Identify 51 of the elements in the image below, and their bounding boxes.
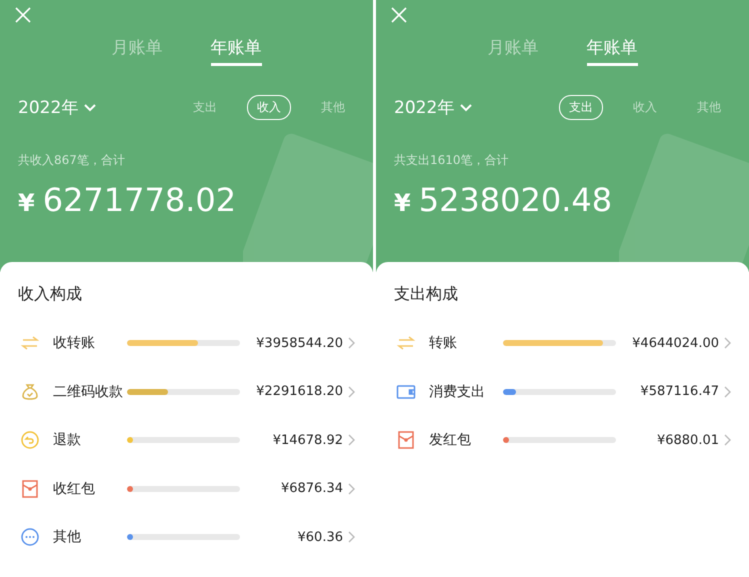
filter-pill[interactable]: 收入: [247, 95, 291, 120]
section-title: 支出构成: [394, 284, 459, 305]
category-name: 退款: [53, 431, 82, 450]
year-selector[interactable]: 2022年: [18, 96, 96, 119]
section-title: 收入构成: [18, 284, 83, 305]
chevron-right-icon[interactable]: [724, 434, 731, 446]
summary-text: 共收入867笔，合计: [18, 152, 126, 169]
summary-text: 共支出1610笔，合计: [394, 152, 510, 169]
category-amount: ¥3958544.20: [255, 336, 343, 351]
category-amount: ¥6876.34: [280, 481, 343, 496]
refund-icon: [20, 430, 40, 450]
category-name: 发红包: [429, 431, 472, 450]
category-amount: ¥14678.92: [272, 432, 343, 448]
filter-pill[interactable]: 收入: [623, 95, 667, 120]
filter-pill[interactable]: 其他: [687, 95, 731, 120]
category-name: 消费支出: [429, 382, 486, 401]
currency-sign: ¥: [18, 189, 35, 217]
money-bag-icon: [20, 382, 40, 402]
chevron-right-icon[interactable]: [348, 434, 355, 446]
category-amount: ¥587116.47: [639, 384, 719, 400]
filter-pill[interactable]: 支出: [183, 95, 227, 120]
category-name: 转账: [429, 334, 458, 352]
tab[interactable]: 月账单: [112, 36, 162, 66]
chevron-right-icon[interactable]: [724, 386, 731, 398]
chevron-right-icon[interactable]: [348, 386, 355, 398]
total-amount: 6271778.02: [42, 181, 236, 219]
category-name: 收转账: [53, 334, 96, 352]
filter-pill[interactable]: 其他: [311, 95, 355, 120]
category-name: 其他: [53, 528, 82, 546]
category-amount: ¥4644024.00: [631, 336, 719, 351]
category-name: 收红包: [53, 480, 96, 498]
chevron-right-icon[interactable]: [348, 482, 355, 495]
chevron-down-icon: [84, 104, 96, 112]
tab[interactable]: 月账单: [488, 36, 538, 66]
chevron-right-icon[interactable]: [348, 531, 355, 544]
tab[interactable]: 年账单: [586, 36, 638, 66]
chevron-right-icon[interactable]: [348, 337, 355, 350]
year-selector[interactable]: 2022年: [394, 96, 472, 119]
category-name: 二维码收款: [53, 382, 124, 401]
chevron-down-icon: [460, 104, 472, 112]
currency-sign: ¥: [394, 189, 411, 217]
filter-pill[interactable]: 支出: [559, 95, 603, 120]
envelope-icon: [396, 430, 416, 450]
chevron-right-icon[interactable]: [724, 337, 731, 350]
total-amount: 5238020.48: [418, 181, 612, 219]
envelope-icon: [20, 478, 40, 499]
tab[interactable]: 年账单: [210, 36, 262, 66]
category-amount: ¥2291618.20: [255, 384, 343, 400]
category-amount: ¥6880.01: [656, 432, 719, 448]
more-icon: [20, 527, 40, 548]
category-amount: ¥60.36: [296, 530, 343, 545]
